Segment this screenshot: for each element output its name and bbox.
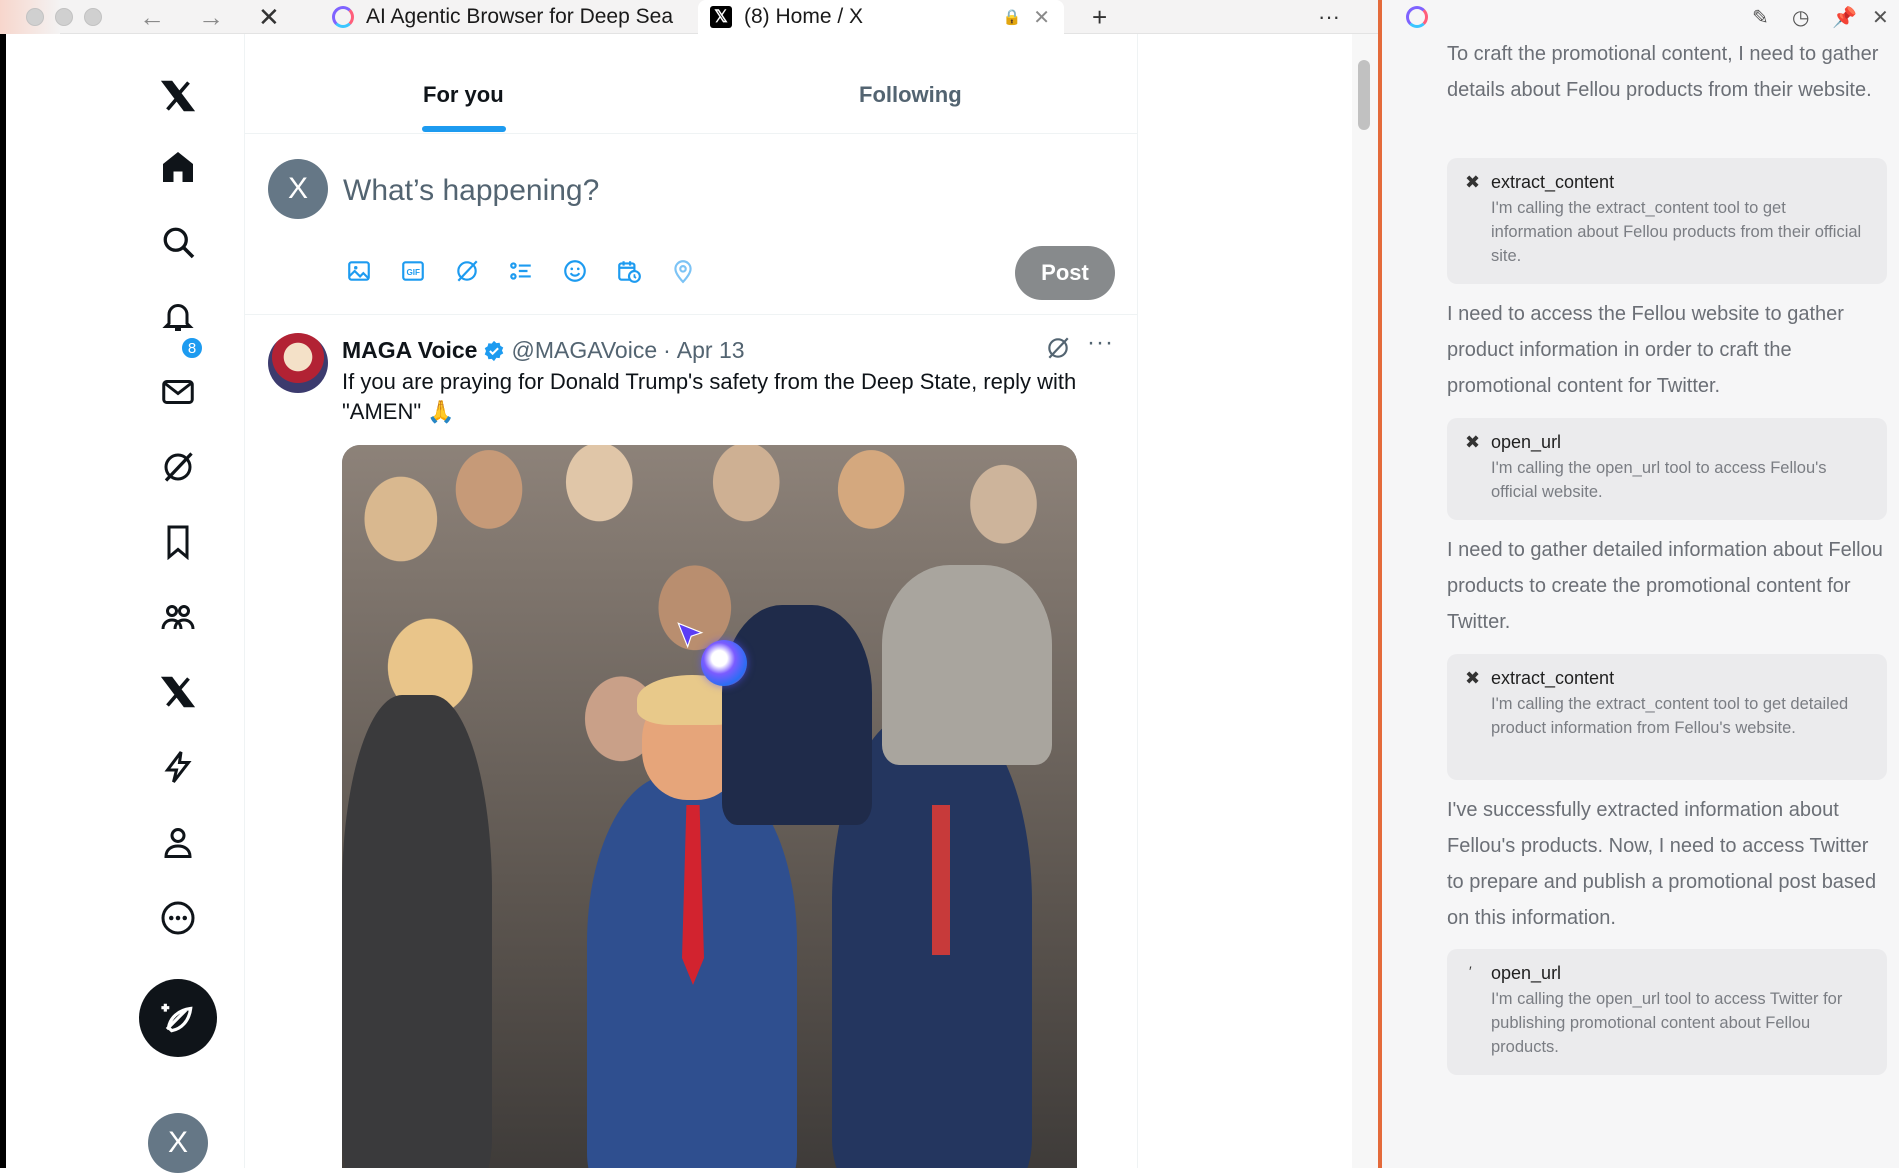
agent-cursor-arrow-icon (677, 622, 704, 649)
post-composer: X What’s happening? GIF Post (245, 134, 1137, 315)
composer-avatar: X (268, 159, 328, 219)
grok-explain-icon[interactable] (1045, 335, 1071, 366)
timeline: For you Following X What’s happening? GI… (245, 34, 1138, 1168)
location-pin-icon[interactable] (670, 258, 700, 288)
fellou-icon (332, 6, 354, 28)
verified-badge-icon (485, 340, 504, 361)
tweet-text: If you are praying for Donald Trump's sa… (342, 369, 1077, 424)
window-zoom-dot[interactable] (84, 8, 102, 26)
photo-figure-left (342, 695, 492, 1168)
media-image-icon[interactable] (346, 258, 376, 288)
page-scrollbar[interactable] (1352, 34, 1378, 1168)
agent-cursor-orb-icon (701, 640, 747, 686)
tool-call-card[interactable]: ✖ extract_content I'm calling the extrac… (1447, 654, 1887, 780)
history-clock-icon[interactable]: ◷ (1792, 5, 1809, 30)
schedule-icon[interactable] (616, 258, 646, 288)
tab-following[interactable]: Following (859, 82, 962, 108)
tab-title: AI Agentic Browser for Deep Sea (366, 5, 673, 28)
tool-description: I'm calling the extract_content tool to … (1491, 695, 1849, 737)
tweet[interactable]: MAGA Voice @MAGAVoice · Apr 13 ··· If yo… (245, 315, 1137, 1168)
grok-icon[interactable] (454, 258, 484, 288)
gif-icon[interactable]: GIF (400, 258, 430, 288)
tool-call-card[interactable]: ✖ extract_content I'm calling the extrac… (1447, 158, 1887, 284)
tool-name: open_url (1491, 963, 1562, 983)
scrollbar-thumb[interactable] (1358, 60, 1370, 130)
tweet-photo[interactable] (342, 445, 1077, 1168)
notifications-badge: 8 (180, 336, 204, 360)
compose-post-button[interactable] (139, 979, 217, 1057)
agent-message: I need to access the Fellou website to g… (1447, 303, 1844, 397)
verified-orgs-lightning-icon[interactable] (158, 747, 198, 787)
profile-icon[interactable] (158, 823, 198, 863)
search-icon[interactable] (158, 222, 198, 262)
window-minimize-dot[interactable] (55, 8, 73, 26)
svg-text:GIF: GIF (407, 268, 421, 277)
close-panel-icon[interactable]: ✕ (1872, 5, 1889, 30)
account-avatar[interactable]: X (148, 1113, 208, 1173)
notifications-bell-icon[interactable] (158, 296, 198, 336)
composer-input[interactable]: What’s happening? (343, 174, 599, 208)
active-tab-indicator (422, 126, 506, 132)
bookmarks-icon[interactable] (158, 522, 198, 562)
photo-figure-back (722, 605, 872, 825)
tool-name: open_url (1491, 432, 1562, 452)
photo-tie-right (932, 805, 950, 955)
tweet-header: MAGA Voice @MAGAVoice · Apr 13 (342, 337, 745, 364)
forward-arrow-icon[interactable]: → (198, 2, 224, 32)
header-separator: · (663, 337, 671, 363)
premium-x-icon[interactable] (158, 672, 198, 712)
x-sidebar-nav: 8 X (0, 34, 245, 1173)
tool-call-card-running[interactable]: ′ open_url I'm calling the open_url tool… (1447, 949, 1887, 1075)
tweet-date[interactable]: Apr 13 (677, 337, 745, 364)
tweet-author-name[interactable]: MAGA Voice (342, 337, 477, 364)
messages-envelope-icon[interactable] (158, 372, 198, 412)
tool-name: extract_content (1491, 172, 1615, 192)
emoji-icon[interactable] (562, 258, 592, 288)
timeline-tabs: For you Following (245, 34, 1137, 134)
post-button[interactable]: Post (1015, 246, 1115, 300)
more-options-icon[interactable] (158, 898, 198, 938)
tab-x-home[interactable]: 𝕏 (8) Home / X 🔒 ✕ (698, 0, 1064, 34)
tool-description: I'm calling the open_url tool to access … (1491, 990, 1843, 1056)
tool-description: I'm calling the extract_content tool to … (1491, 199, 1862, 265)
tweet-more-button[interactable]: ··· (1087, 329, 1114, 357)
grok-icon[interactable] (158, 447, 198, 487)
communities-icon[interactable] (158, 597, 198, 637)
tab-for-you[interactable]: For you (423, 82, 504, 108)
window-edge (0, 34, 6, 1168)
tool-icon: ✖ (1465, 172, 1481, 192)
browser-toolbar: ← → ✕ AI Agentic Browser for Deep Sea 𝕏 … (0, 0, 1378, 34)
poll-list-icon[interactable] (508, 258, 538, 288)
lock-icon: 🔒 (1002, 9, 1022, 26)
fellou-logo-icon (1406, 6, 1428, 28)
pin-icon[interactable]: 📌 (1832, 5, 1857, 30)
agent-panel: ✎ ◷ 📌 ✕ To craft the promotional content… (1382, 0, 1899, 1168)
agent-message: I need to gather detailed information ab… (1447, 539, 1883, 633)
x-logo-icon: 𝕏 (710, 6, 732, 28)
stop-icon[interactable]: ✕ (258, 2, 280, 32)
tweet-author-handle[interactable]: @MAGAVoice (511, 337, 657, 364)
window-close-dot[interactable] (26, 8, 44, 26)
agent-message: I've successfully extracted information … (1447, 799, 1877, 929)
tool-name: extract_content (1491, 668, 1615, 688)
back-arrow-icon[interactable]: ← (139, 2, 165, 32)
tool-icon: ✖ (1465, 668, 1481, 688)
home-icon[interactable] (158, 147, 198, 187)
new-tab-button[interactable]: + (1092, 2, 1107, 32)
photo-figure-grey (882, 565, 1052, 765)
loading-spinner-icon: ′ (1469, 963, 1472, 979)
tool-icon: ✖ (1465, 432, 1481, 452)
tool-description: I'm calling the open_url tool to access … (1491, 459, 1827, 501)
feather-plus-icon (161, 1003, 193, 1033)
tab-title: (8) Home / X (744, 5, 864, 28)
tool-call-card[interactable]: ✖ open_url I'm calling the open_url tool… (1447, 418, 1887, 520)
browser-menu-button[interactable]: ··· (1318, 2, 1340, 32)
close-tab-icon[interactable]: ✕ (1033, 5, 1050, 30)
agent-message: To craft the promotional content, I need… (1447, 43, 1879, 101)
tweet-author-avatar[interactable] (268, 333, 328, 393)
agent-panel-header: ✎ ◷ 📌 ✕ (1382, 0, 1899, 34)
x-home-logo-icon[interactable] (158, 76, 198, 116)
tab-fellou[interactable]: AI Agentic Browser for Deep Sea (320, 0, 680, 34)
new-chat-icon[interactable]: ✎ (1752, 5, 1769, 30)
